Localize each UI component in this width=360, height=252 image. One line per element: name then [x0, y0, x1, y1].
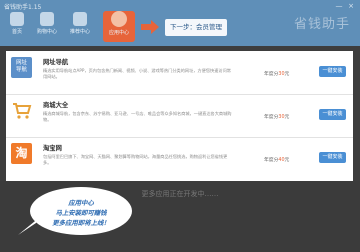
navigation-icon: 网址 导航 — [11, 57, 32, 78]
arrow-right-icon — [141, 20, 159, 34]
callout-line: 更多应用即将上线！ — [52, 219, 110, 227]
install-button[interactable]: 一键安装 — [319, 66, 346, 77]
install-button[interactable]: 一键安装 — [319, 152, 346, 163]
app-list: 网址 导航 网址导航 精选实用导航站点APP，页内包含热门新闻、视频、小说、游戏等… — [6, 51, 353, 181]
callout-line: 应用中心 — [68, 199, 94, 207]
app-name: 商城大全 — [43, 102, 69, 109]
close-icon[interactable]: × — [346, 2, 356, 10]
app-name: 淘宝网 — [43, 145, 62, 152]
next-step-button[interactable]: 下一步：会员管理 — [165, 19, 227, 36]
app-description: 包括阿里巴巴旗下、淘宝网、天猫网、聚划算等购物网站，海量商品任您挑选，购物返利让… — [43, 154, 228, 165]
app-description: 精选实用导航站点APP，页内包含热门新闻、视频、小说、游戏等热门分类的网址，方便… — [43, 68, 231, 79]
top-bar: 省钱助手1.15 — × 首页 购物中心 推荐中心 应用中心 下一步：会员管理 … — [0, 0, 360, 46]
app-window: 省钱助手1.15 — × 首页 购物中心 推荐中心 应用中心 下一步：会员管理 … — [0, 0, 360, 252]
reward-text: 年度分30元 — [264, 72, 290, 77]
home-icon — [10, 12, 24, 26]
window-title: 省钱助手1.15 — [4, 4, 42, 11]
tab-label: 首页 — [11, 29, 22, 35]
reward-text: 年度分40元 — [264, 158, 290, 163]
app-name: 网址导航 — [43, 59, 69, 66]
tab-shopping[interactable]: 购物中心 — [36, 12, 58, 42]
minimize-icon[interactable]: — — [334, 2, 344, 10]
shopping-icon — [40, 12, 54, 26]
taobao-icon: 淘 — [11, 143, 32, 164]
list-item: 淘 淘宝网 包括阿里巴巴旗下、淘宝网、天猫网、聚划算等购物网站，海量商品任您挑选… — [6, 137, 353, 180]
tab-app-center[interactable]: 应用中心 — [103, 11, 135, 42]
avatar-icon — [111, 11, 127, 27]
list-item: 商城大全 精选商城导航，包含京东、苏宁易购、亚马逊、一号店、唯品会等众多知名商城… — [6, 94, 353, 138]
list-item: 网址 导航 网址导航 精选实用导航站点APP，页内包含热门新闻、视频、小说、游戏等… — [6, 51, 353, 95]
tab-label: 应用中心 — [108, 30, 129, 36]
tab-label: 推荐中心 — [69, 29, 90, 35]
tab-label: 购物中心 — [36, 29, 57, 35]
app-description: 精选商城导航，包含京东、苏宁易购、亚马逊、一号店、唯品会等众多知名商城，一键直达… — [43, 111, 232, 122]
shopping-cart-icon — [11, 100, 32, 121]
callout-bubble: 应用中心 马上安装即可赚钱 更多应用即将上线！ — [18, 187, 132, 235]
reward-text: 年度分30元 — [264, 115, 290, 120]
brand-logo: 省钱助手 — [294, 17, 351, 32]
recommend-icon — [73, 12, 87, 26]
tab-home[interactable]: 首页 — [6, 12, 28, 42]
install-button[interactable]: 一键安装 — [319, 109, 346, 120]
callout-line: 马上安装即可赚钱 — [55, 209, 107, 217]
tab-recommend[interactable]: 推荐中心 — [69, 12, 91, 42]
